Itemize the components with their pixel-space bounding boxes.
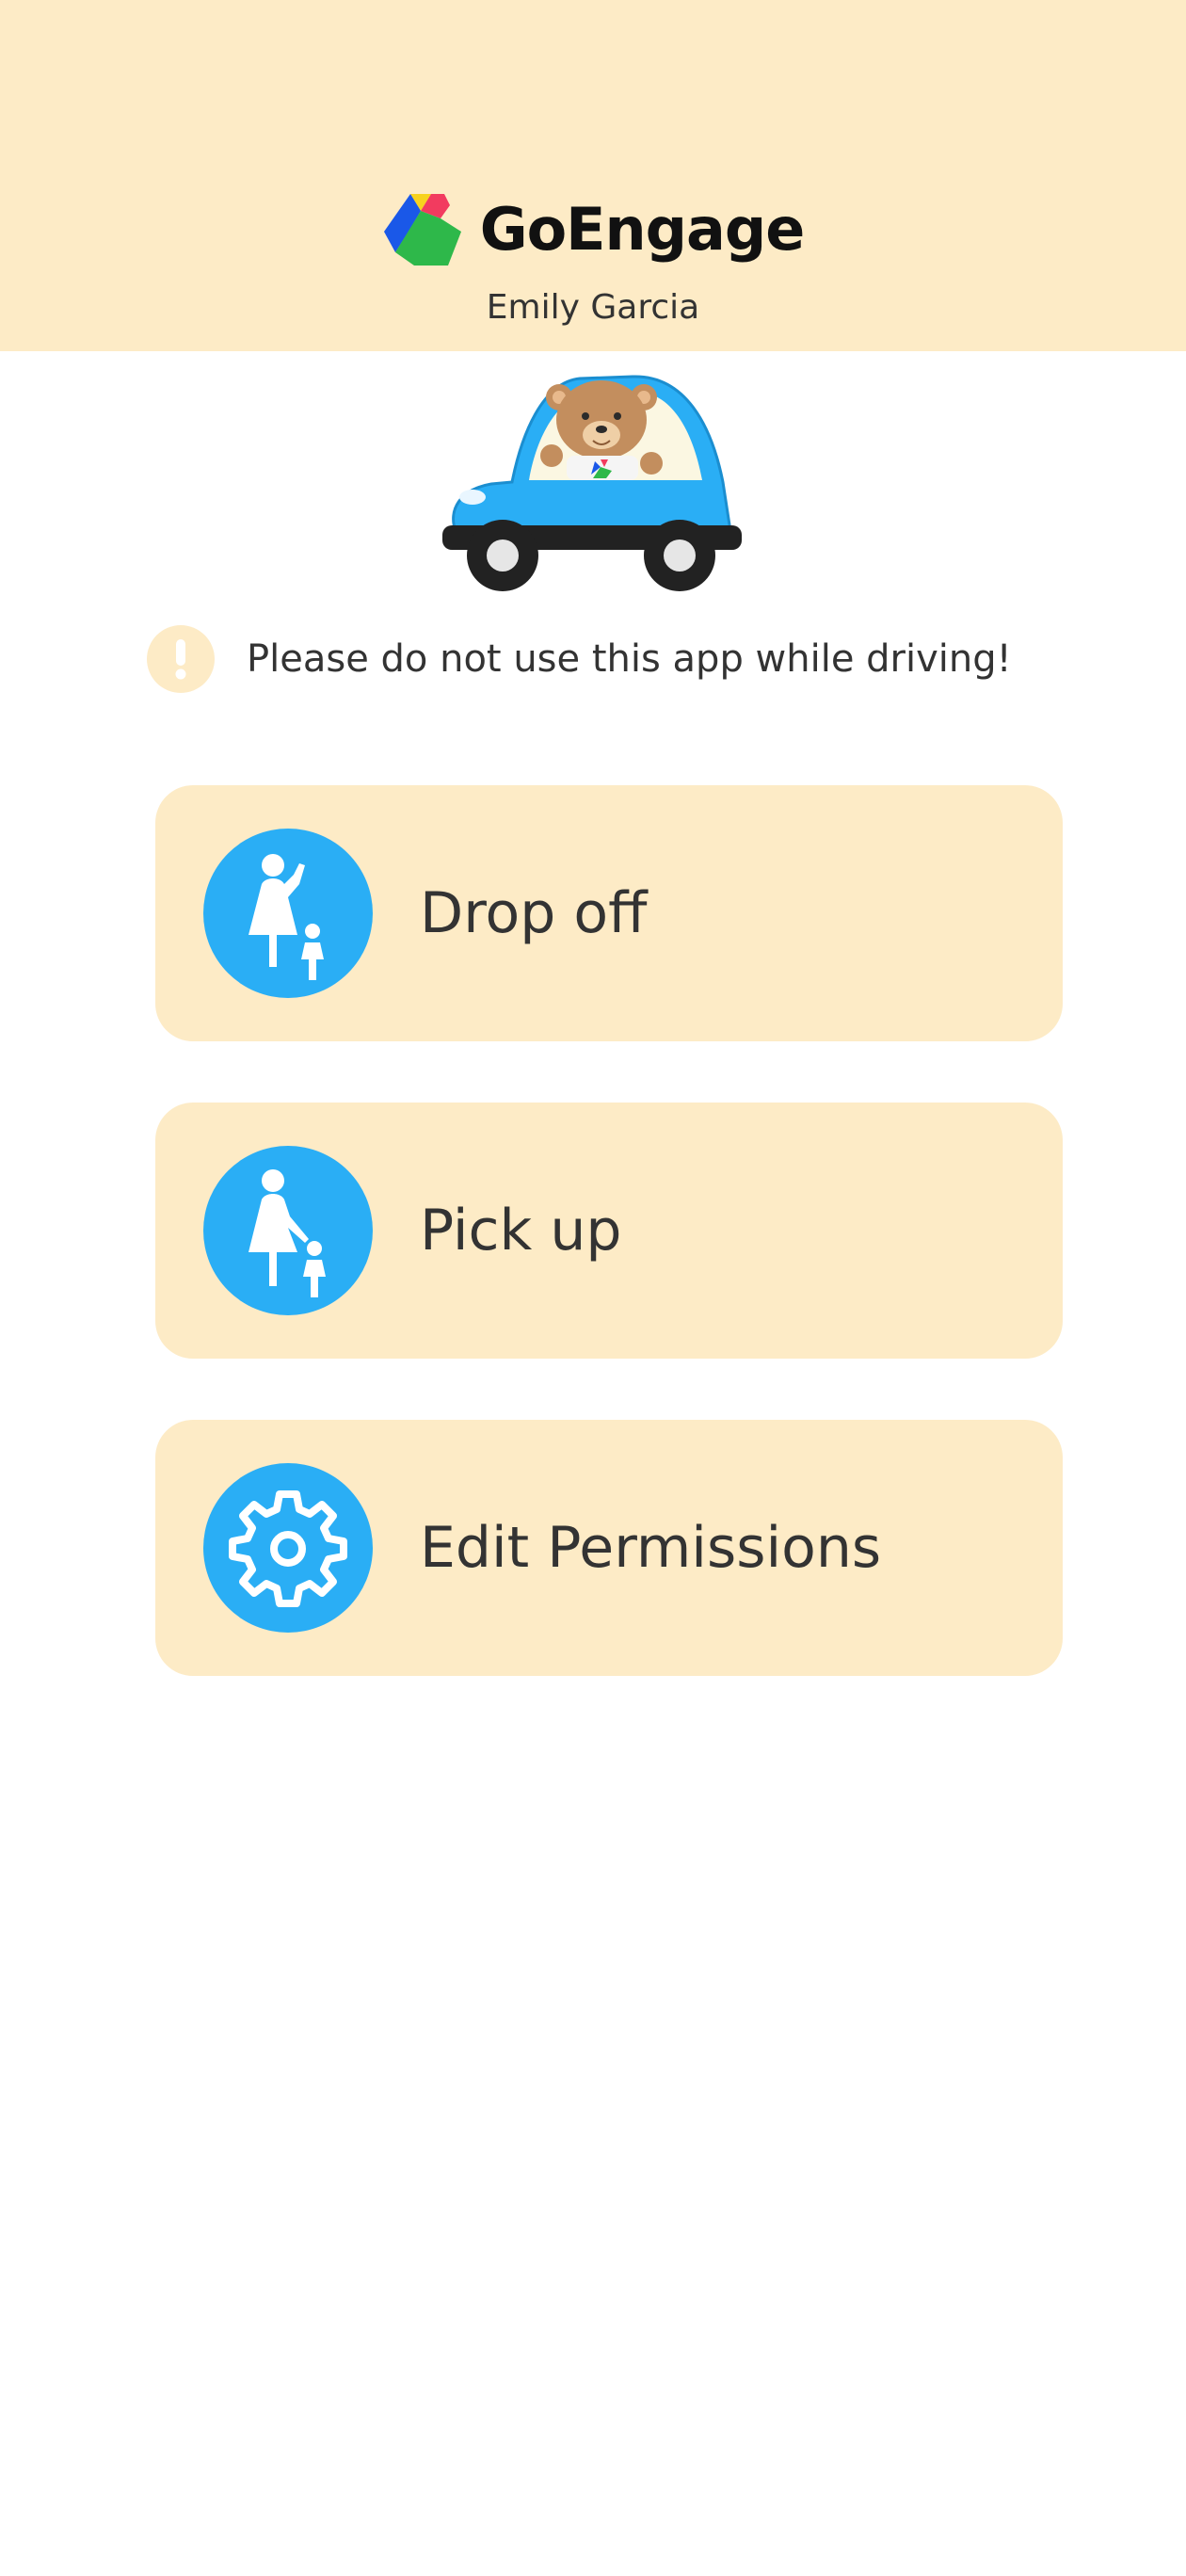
header: GoEngage Emily Garcia — [0, 0, 1186, 351]
user-name: Emily Garcia — [486, 288, 700, 327]
edit-permissions-label: Edit Permissions — [420, 1515, 882, 1581]
parent-child-icon — [203, 1146, 373, 1315]
app-logo: GoEngage — [0, 186, 1186, 271]
driving-warning: Please do not use this app while driving… — [147, 623, 1050, 695]
app-name: GoEngage — [479, 194, 806, 264]
pick-up-button[interactable]: Pick up — [155, 1103, 1063, 1359]
app-screen: GoEngage Emily Garcia Please do not use … — [0, 0, 1186, 2576]
pick-up-label: Pick up — [420, 1198, 622, 1264]
drop-off-label: Drop off — [420, 880, 648, 946]
goengage-logo-icon — [383, 194, 461, 266]
exclamation-icon — [147, 625, 215, 693]
teddy-bear-car-illustration — [442, 375, 742, 591]
gear-icon — [203, 1463, 373, 1633]
parent-child-icon — [203, 829, 373, 998]
drop-off-button[interactable]: Drop off — [155, 785, 1063, 1041]
warning-text: Please do not use this app while driving… — [247, 637, 1012, 681]
edit-permissions-button[interactable]: Edit Permissions — [155, 1420, 1063, 1676]
